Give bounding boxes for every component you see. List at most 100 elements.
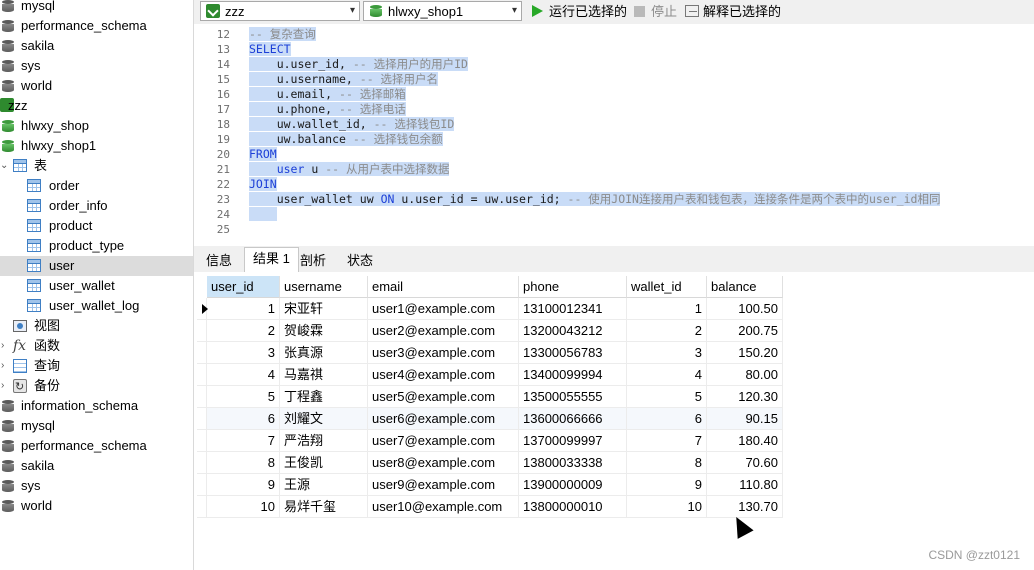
cell-wallet_id[interactable]: 2 xyxy=(627,320,707,342)
cell-balance[interactable]: 150.20 xyxy=(707,342,783,364)
cell-wallet_id[interactable]: 5 xyxy=(627,386,707,408)
row-indicator[interactable] xyxy=(197,386,207,408)
sidebar-db-world-2[interactable]: world xyxy=(0,496,193,516)
row-indicator[interactable] xyxy=(197,298,208,320)
sidebar-table-user_wallet[interactable]: user_wallet xyxy=(0,276,193,296)
cell-wallet_id[interactable]: 10 xyxy=(627,496,707,518)
cell-user_id[interactable]: 4 xyxy=(207,364,280,386)
chevron-right-icon[interactable]: › xyxy=(1,336,9,356)
table-row[interactable]: 8 王俊凯 user8@example.com 13800033338 8 70.60 xyxy=(194,452,794,474)
cell-wallet_id[interactable]: 3 xyxy=(627,342,707,364)
cell-wallet_id[interactable]: 6 xyxy=(627,408,707,430)
sidebar-table-user_wallet_log[interactable]: user_wallet_log xyxy=(0,296,193,316)
cell-phone[interactable]: 13200043212 xyxy=(519,320,627,342)
sidebar-functions[interactable]: › fx 函数 xyxy=(0,336,193,356)
cell-user_id[interactable]: 3 xyxy=(207,342,280,364)
row-indicator[interactable] xyxy=(197,474,207,496)
result-tab-2[interactable]: 剖析 xyxy=(292,250,334,272)
cell-balance[interactable]: 90.15 xyxy=(707,408,783,430)
sidebar-db-hlwxy_shop1[interactable]: hlwxy_shop1 xyxy=(0,136,193,156)
column-header-balance[interactable]: balance xyxy=(707,276,783,298)
sidebar-db-mysql[interactable]: mysql xyxy=(0,0,193,16)
table-row[interactable]: 5 丁程鑫 user5@example.com 13500055555 5 120.30 xyxy=(194,386,794,408)
cell-email[interactable]: user7@example.com xyxy=(368,430,519,452)
table-row[interactable]: 10 易烊千玺 user10@example.com 13800000010 10 130… xyxy=(194,496,794,518)
cell-balance[interactable]: 120.30 xyxy=(707,386,783,408)
cell-email[interactable]: user8@example.com xyxy=(368,452,519,474)
sidebar-db-sys-2[interactable]: sys xyxy=(0,476,193,496)
column-header-phone[interactable]: phone xyxy=(519,276,627,298)
object-tree[interactable]: mysql performance_schema sakila sys world zzz… xyxy=(0,0,194,570)
sidebar-db-performance_schema-2[interactable]: performance_schema xyxy=(0,436,193,456)
sidebar-db-mysql-2[interactable]: mysql xyxy=(0,416,193,436)
cell-email[interactable]: user10@example.com xyxy=(368,496,519,518)
column-header-wallet_id[interactable]: wallet_id xyxy=(627,276,707,298)
row-indicator[interactable] xyxy=(197,342,207,364)
stop-button[interactable]: 停止 xyxy=(634,3,677,21)
cell-phone[interactable]: 13800000010 xyxy=(519,496,627,518)
cell-email[interactable]: user2@example.com xyxy=(368,320,519,342)
cell-username[interactable]: 张真源 xyxy=(280,342,368,364)
table-row[interactable]: 2 贺峻霖 user2@example.com 13200043212 2 200.75 xyxy=(194,320,794,342)
cell-email[interactable]: user1@example.com xyxy=(368,298,519,320)
sidebar-table-order_info[interactable]: order_info xyxy=(0,196,193,216)
cell-username[interactable]: 贺峻霖 xyxy=(280,320,368,342)
column-header-email[interactable]: email xyxy=(368,276,519,298)
cell-phone[interactable]: 13900000009 xyxy=(519,474,627,496)
sidebar-db-information_schema-2[interactable]: information_schema xyxy=(0,396,193,416)
row-indicator[interactable] xyxy=(197,452,207,474)
result-tab-0[interactable]: 信息 xyxy=(198,250,240,272)
cell-user_id[interactable]: 7 xyxy=(207,430,280,452)
cell-phone[interactable]: 13600066666 xyxy=(519,408,627,430)
cell-balance[interactable]: 70.60 xyxy=(707,452,783,474)
sql-editor[interactable]: 12 13 14 15 16 17 18 19 20 21 22 23 24 25 -- 复杂查询 SELE… xyxy=(194,24,1034,244)
cell-phone[interactable]: 13400099994 xyxy=(519,364,627,386)
cell-user_id[interactable]: 5 xyxy=(207,386,280,408)
row-indicator[interactable] xyxy=(197,408,207,430)
sidebar-db-world[interactable]: world xyxy=(0,76,193,96)
cell-phone[interactable]: 13800033338 xyxy=(519,452,627,474)
sidebar-db-hlwxy_shop[interactable]: hlwxy_shop xyxy=(0,116,193,136)
sidebar-views[interactable]: 视图 xyxy=(0,316,193,336)
sidebar-db-performance_schema[interactable]: performance_schema xyxy=(0,16,193,36)
cell-user_id[interactable]: 10 xyxy=(207,496,280,518)
cell-balance[interactable]: 180.40 xyxy=(707,430,783,452)
column-header-username[interactable]: username xyxy=(280,276,368,298)
cell-user_id[interactable]: 6 xyxy=(207,408,280,430)
cell-wallet_id[interactable]: 1 xyxy=(627,298,707,320)
cell-wallet_id[interactable]: 7 xyxy=(627,430,707,452)
cell-email[interactable]: user5@example.com xyxy=(368,386,519,408)
column-header-user_id[interactable]: user_id xyxy=(207,276,280,298)
sidebar-table-user[interactable]: user xyxy=(0,256,193,276)
sidebar-tables-folder[interactable]: ⌄ 表 xyxy=(0,156,193,176)
cell-wallet_id[interactable]: 4 xyxy=(627,364,707,386)
sidebar-db-sakila[interactable]: sakila xyxy=(0,36,193,56)
sidebar-db-sys[interactable]: sys xyxy=(0,56,193,76)
sidebar-backups[interactable]: › 备份 xyxy=(0,376,193,397)
cell-wallet_id[interactable]: 9 xyxy=(627,474,707,496)
row-indicator[interactable] xyxy=(197,364,207,386)
cell-phone[interactable]: 13300056783 xyxy=(519,342,627,364)
table-row[interactable]: 1 宋亚轩 user1@example.com 13100012341 1 100.50 xyxy=(194,298,794,320)
cell-wallet_id[interactable]: 8 xyxy=(627,452,707,474)
cell-phone[interactable]: 13100012341 xyxy=(519,298,627,320)
cell-phone[interactable]: 13700099997 xyxy=(519,430,627,452)
sidebar-queries[interactable]: › 查询 xyxy=(0,356,193,376)
row-indicator[interactable] xyxy=(197,430,207,452)
cell-username[interactable]: 刘耀文 xyxy=(280,408,368,430)
sidebar-table-product_type[interactable]: product_type xyxy=(0,236,193,256)
table-row[interactable]: 9 王源 user9@example.com 13900000009 9 110.80 xyxy=(194,474,794,496)
row-indicator[interactable] xyxy=(197,320,207,342)
result-tab-3[interactable]: 状态 xyxy=(339,250,381,272)
cell-balance[interactable]: 200.75 xyxy=(707,320,783,342)
table-row[interactable]: 7 严浩翔 user7@example.com 13700099997 7 180.40 xyxy=(194,430,794,452)
cell-email[interactable]: user9@example.com xyxy=(368,474,519,496)
cell-phone[interactable]: 13500055555 xyxy=(519,386,627,408)
cell-email[interactable]: user6@example.com xyxy=(368,408,519,430)
row-indicator[interactable] xyxy=(197,496,207,518)
table-row[interactable]: 4 马嘉祺 user4@example.com 13400099994 4 80.00 xyxy=(194,364,794,386)
cell-username[interactable]: 严浩翔 xyxy=(280,430,368,452)
run-selected-button[interactable]: 运行已选择的 xyxy=(532,3,627,21)
database-select[interactable]: hlwxy_shop1 ▾ xyxy=(363,1,522,21)
connection-select[interactable]: zzz ▾ xyxy=(200,1,360,21)
